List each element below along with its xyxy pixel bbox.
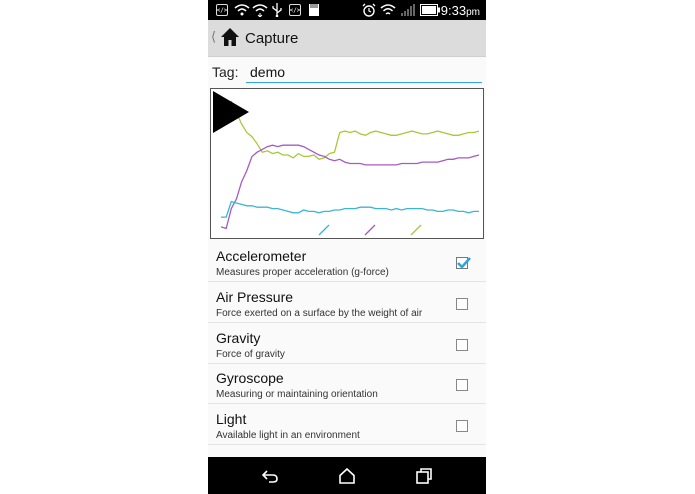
clock: 9:33pm (441, 3, 480, 18)
battery-icon (420, 3, 440, 17)
sensor-row-air-pressure[interactable]: Air Pressure Force exerted on a surface b… (208, 282, 486, 323)
code-icon: </> (216, 3, 228, 17)
sensor-chart (210, 88, 484, 239)
tag-input[interactable] (246, 61, 482, 83)
signal-icon (400, 3, 416, 17)
sd-card-icon (308, 3, 320, 17)
action-bar: ⟨ Capture (208, 20, 486, 57)
series-line-1 (220, 144, 480, 230)
sensor-checkbox[interactable] (456, 420, 468, 433)
sensor-name: Light (216, 411, 247, 428)
clock-ampm: pm (466, 7, 480, 18)
sensor-description: Force exerted on a surface by the weight… (216, 307, 423, 319)
home-button-icon[interactable] (337, 466, 357, 486)
sensor-description: Force of gravity (216, 348, 285, 360)
tag-label: Tag: (212, 64, 239, 80)
capture-content: Tag: Accelerometer Measures proper accele… (208, 57, 486, 457)
wifi-question-icon (234, 3, 250, 17)
sensor-row-gyroscope[interactable]: Gyroscope Measuring or maintaining orient… (208, 364, 486, 405)
navigation-bar (208, 457, 486, 494)
series-line-2 (221, 200, 479, 218)
series-marker-0 (318, 224, 330, 236)
status-bar: </> </> 9:33pm (208, 0, 486, 20)
back-icon[interactable] (260, 466, 280, 486)
clock-time: 9:33 (440, 3, 467, 18)
play-icon[interactable] (211, 89, 251, 135)
usb-icon (271, 3, 283, 17)
sensor-row-gravity[interactable]: Gravity Force of gravity (208, 323, 486, 364)
wifi-icon (380, 3, 396, 17)
recent-apps-icon[interactable] (414, 466, 434, 486)
sensor-name: Accelerometer (216, 248, 307, 264)
checkmark-icon (457, 257, 471, 269)
sensor-checkbox[interactable] (456, 379, 468, 392)
sensor-row-accelerometer[interactable]: Accelerometer Measures proper acceleratio… (208, 242, 486, 282)
alarm-icon (362, 3, 376, 17)
sensor-description: Available light in an environment (216, 430, 360, 442)
wifi-arrows-icon (252, 3, 268, 17)
chart-svg (220, 100, 480, 236)
code-icon: </> (289, 3, 301, 17)
sensor-name: Air Pressure (216, 288, 294, 305)
sensor-checkbox[interactable] (456, 338, 468, 351)
phone-screen: </> </> 9:33pm ⟨ Capture Tag: demo Accel… (208, 0, 486, 494)
sensor-name: Gyroscope (216, 370, 284, 387)
up-chevron-icon[interactable]: ⟨ (211, 29, 216, 45)
series-marker-2 (410, 224, 422, 236)
sensor-checkbox[interactable] (456, 257, 471, 269)
sensor-name: Gravity (216, 329, 261, 346)
sensor-description: Measures proper acceleration (g-force) (216, 267, 389, 278)
sensor-row-light[interactable]: Light Available light in an environment (208, 405, 486, 446)
page-title: Capture (245, 30, 299, 47)
sensor-checkbox[interactable] (456, 297, 468, 310)
series-marker-1 (364, 224, 376, 236)
sensor-description: Measuring or maintaining orientation (216, 389, 378, 401)
home-icon[interactable] (220, 27, 240, 47)
